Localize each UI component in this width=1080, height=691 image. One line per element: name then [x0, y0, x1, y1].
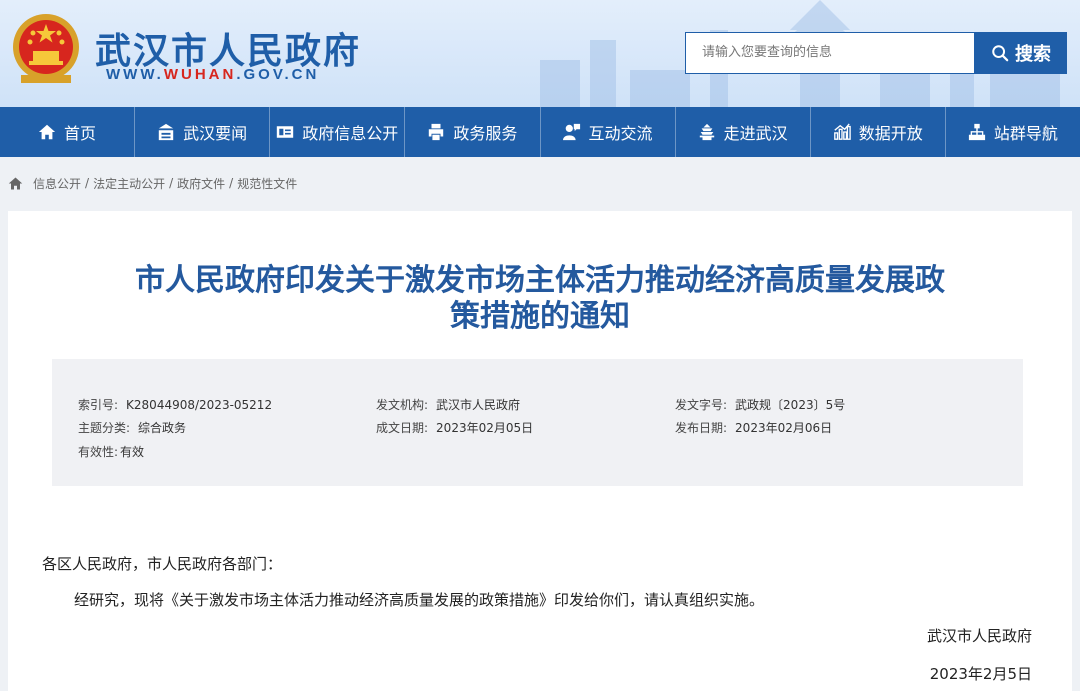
meta-key: 发文机构: [376, 398, 429, 412]
meta-index: 索引号: K28044908/2023-05212 [78, 396, 272, 413]
site-header: 武汉市人民政府 WWW.WUHAN.GOV.CN 请输入您要查询的信息 搜索 [0, 0, 1080, 107]
chat-person-icon [562, 123, 580, 141]
meta-created-date: 成文日期: 2023年02月05日 [376, 419, 533, 436]
article-title-line: 市人民政府印发关于激发市场主体活力推动经济高质量发展政 [135, 263, 945, 298]
breadcrumb: 信息公开 / 法定主动公开 / 政府文件 / 规范性文件 [0, 157, 1080, 209]
printer-icon [429, 123, 444, 141]
meta-value: 2023年02月05日 [436, 421, 534, 435]
meta-key: 发布日期: [675, 421, 728, 435]
breadcrumb-item[interactable]: 法定主动公开 [93, 175, 165, 192]
article-title: 市人民政府印发关于激发市场主体活力推动经济高质量发展政 策措施的通知 [8, 263, 1072, 335]
main-nav: 首页 武汉要闻 政府信息公开 政务服务 互动交流 走进武汉 数据开放 站群导航 [0, 107, 1080, 157]
nav-item-label: 政务服务 [453, 124, 518, 143]
nav-item-about-wuhan[interactable]: 走进武汉 [674, 107, 810, 157]
breadcrumb-item[interactable]: 信息公开 [33, 175, 81, 192]
site-url-suffix: .GOV.CN [236, 66, 320, 83]
search-input[interactable]: 请输入您要查询的信息 [685, 32, 975, 74]
site-url-prefix: WWW. [106, 66, 164, 83]
search-button[interactable]: 搜索 [975, 32, 1067, 74]
home-icon [8, 177, 23, 189]
search-button-label: 搜索 [1015, 44, 1051, 65]
nav-item-label: 互动交流 [588, 124, 653, 143]
news-icon [158, 123, 174, 141]
meta-doc-number: 发文字号: 武政规〔2023〕5号 [675, 396, 845, 413]
national-emblem-icon [13, 14, 79, 83]
article-panel: 市人民政府印发关于激发市场主体活力推动经济高质量发展政 策措施的通知 索引号: K… [8, 211, 1072, 691]
nav-item-label: 站群导航 [993, 124, 1058, 143]
meta-key: 有效性: [78, 445, 119, 459]
site-url: WWW.WUHAN.GOV.CN [106, 66, 319, 83]
meta-value: 武政规〔2023〕5号 [735, 398, 846, 412]
nav-item-label: 武汉要闻 [183, 124, 248, 143]
breadcrumb-separator: / [85, 176, 90, 190]
meta-key: 发文字号: [675, 398, 728, 412]
breadcrumb-item[interactable]: 政府文件 [177, 175, 225, 192]
article-title-line: 策措施的通知 [450, 299, 630, 334]
meta-key: 索引号: [78, 398, 119, 412]
meta-validity: 有效性: 有效 [78, 443, 144, 460]
meta-issuer: 发文机构: 武汉市人民政府 [376, 396, 520, 413]
nav-item-label: 数据开放 [858, 124, 923, 143]
breadcrumb-separator: / [169, 176, 174, 190]
signature-date: 2023年2月5日 [929, 665, 1032, 683]
meta-key: 成文日期: [376, 421, 429, 435]
meta-value: 综合政务 [138, 421, 187, 435]
breadcrumb-separator: / [229, 176, 234, 190]
nav-item-open-data[interactable]: 数据开放 [809, 107, 945, 157]
home-icon [38, 124, 56, 140]
body-paragraph: 经研究，现将《关于激发市场主体活力推动经济高质量发展的政策措施》印发给你们，请认… [74, 591, 765, 609]
id-card-icon [277, 126, 294, 138]
meta-value: K28044908/2023-05212 [126, 398, 273, 412]
bar-chart-icon [833, 123, 851, 140]
document-metadata: 索引号: K28044908/2023-05212 发文机构: 武汉市人民政府 发文… [52, 359, 1023, 486]
search-icon [992, 45, 1009, 62]
site-url-brand: WUHAN [163, 66, 237, 83]
nav-item-label: 首页 [64, 124, 97, 143]
meta-category: 主题分类: 综合政务 [78, 419, 186, 436]
tower-icon [699, 123, 714, 141]
nav-item-news[interactable]: 武汉要闻 [134, 107, 269, 157]
meta-value: 2023年02月06日 [735, 421, 833, 435]
nav-item-label: 走进武汉 [723, 124, 788, 143]
breadcrumb-item[interactable]: 规范性文件 [237, 175, 297, 192]
nav-item-label: 政府信息公开 [302, 124, 399, 143]
meta-value: 武汉市人民政府 [436, 398, 521, 412]
nav-item-interaction[interactable]: 互动交流 [539, 107, 675, 157]
nav-item-services[interactable]: 政务服务 [404, 107, 539, 157]
nav-item-gov-info[interactable]: 政府信息公开 [269, 107, 404, 157]
nav-item-home[interactable]: 首页 [0, 107, 134, 157]
nav-item-site-map[interactable]: 站群导航 [944, 107, 1080, 157]
meta-value: 有效 [120, 445, 145, 459]
meta-key: 主题分类: [78, 421, 131, 435]
salutation: 各区人民政府，市人民政府各部门： [42, 555, 283, 573]
signature: 武汉市人民政府 [926, 627, 1032, 645]
sitemap-icon [968, 123, 986, 141]
meta-published-date: 发布日期: 2023年02月06日 [675, 419, 832, 436]
